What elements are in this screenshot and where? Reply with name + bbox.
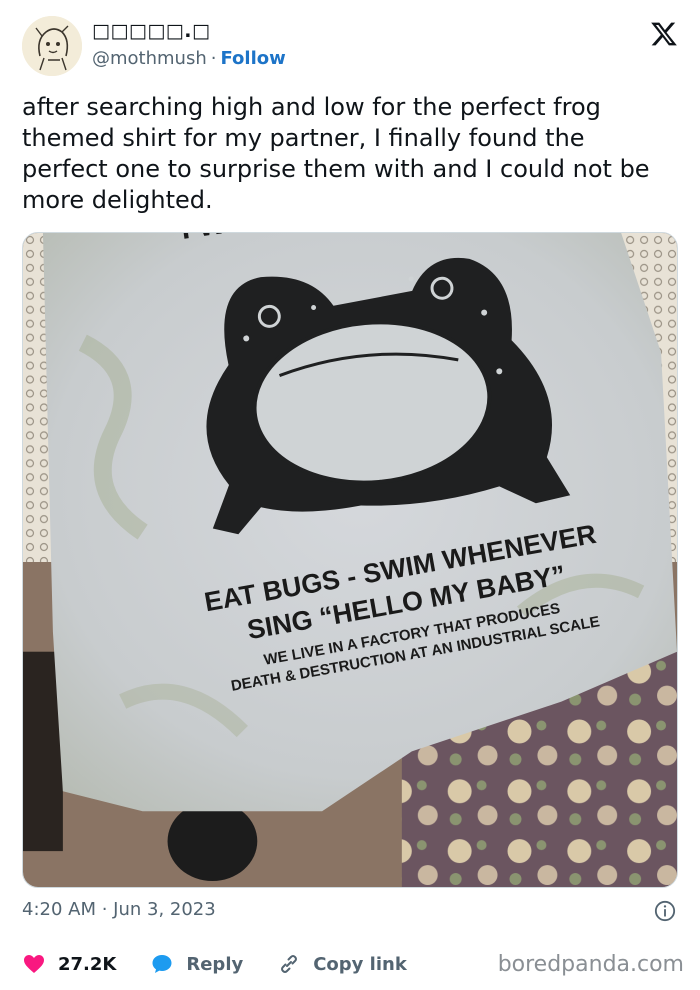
frog-shirt-photo: I WAN EAT BUGS - SWIM WHENEVER SING “HEL… <box>23 233 677 887</box>
tweet-media-image[interactable]: I WAN EAT BUGS - SWIM WHENEVER SING “HEL… <box>22 232 678 888</box>
follow-button[interactable]: Follow <box>220 48 285 69</box>
like-button[interactable]: 27.2K <box>22 952 116 976</box>
tweet-text: after searching high and low for the per… <box>22 93 650 214</box>
display-name[interactable]: □□□□□.□ <box>92 20 210 42</box>
copy-link-button[interactable]: Copy link <box>277 952 407 976</box>
info-icon[interactable] <box>654 900 676 922</box>
heart-icon <box>24 955 44 973</box>
tweet-timestamp[interactable]: 4:20 AM · Jun 3, 2023 <box>22 899 216 920</box>
handle-row: @mothmush · Follow <box>92 48 286 69</box>
link-icon <box>281 955 298 973</box>
copy-link-label: Copy link <box>313 953 407 975</box>
watermark: boredpanda.com <box>497 952 684 977</box>
x-logo-icon[interactable] <box>650 20 678 48</box>
reply-button[interactable]: Reply <box>150 952 243 976</box>
reply-label: Reply <box>186 953 244 975</box>
like-count: 27.2K <box>58 953 117 975</box>
avatar[interactable] <box>22 16 82 76</box>
user-handle[interactable]: @mothmush <box>92 48 207 69</box>
action-bar: 27.2K Reply Copy link <box>22 948 441 980</box>
handle-separator: · <box>210 48 217 69</box>
reply-bubble-icon <box>152 955 172 973</box>
avatar-sketch-icon <box>22 16 82 76</box>
